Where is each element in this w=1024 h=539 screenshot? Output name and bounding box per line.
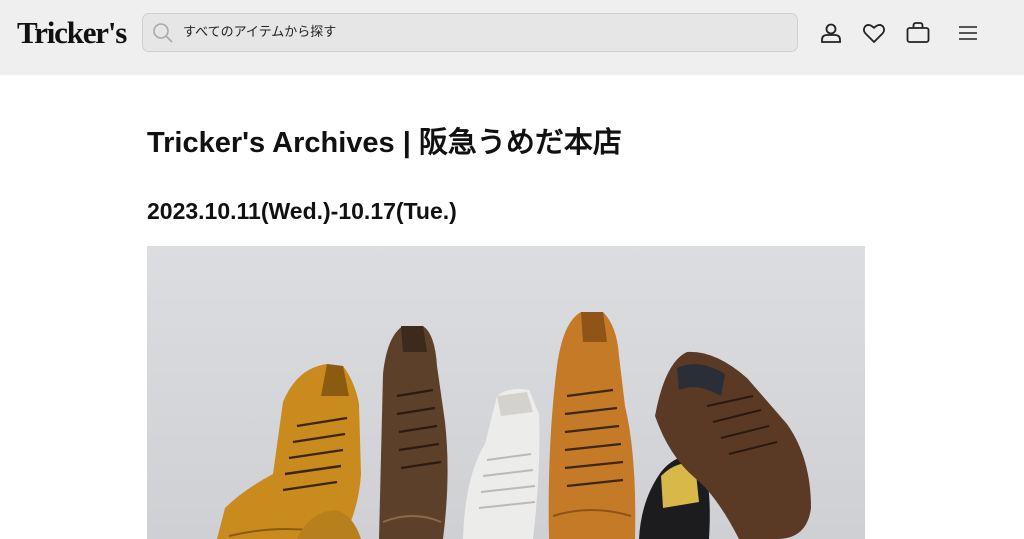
brand-logo[interactable]: Tricker's [17, 15, 127, 51]
bag-icon[interactable] [905, 20, 931, 46]
menu-icon[interactable] [955, 20, 981, 46]
page-title: Tricker's Archives | 阪急うめだ本店 [147, 127, 622, 159]
event-date: 2023.10.11(Wed.)-10.17(Tue.) [147, 198, 457, 224]
heart-icon[interactable] [861, 20, 887, 46]
user-icon[interactable] [818, 20, 844, 46]
shoes-illustration [147, 246, 865, 539]
search-bar[interactable] [142, 13, 798, 52]
search-icon [153, 23, 173, 43]
shoes-photo [147, 246, 865, 539]
search-input[interactable] [183, 14, 783, 51]
site-header: Tricker's [0, 0, 1024, 75]
